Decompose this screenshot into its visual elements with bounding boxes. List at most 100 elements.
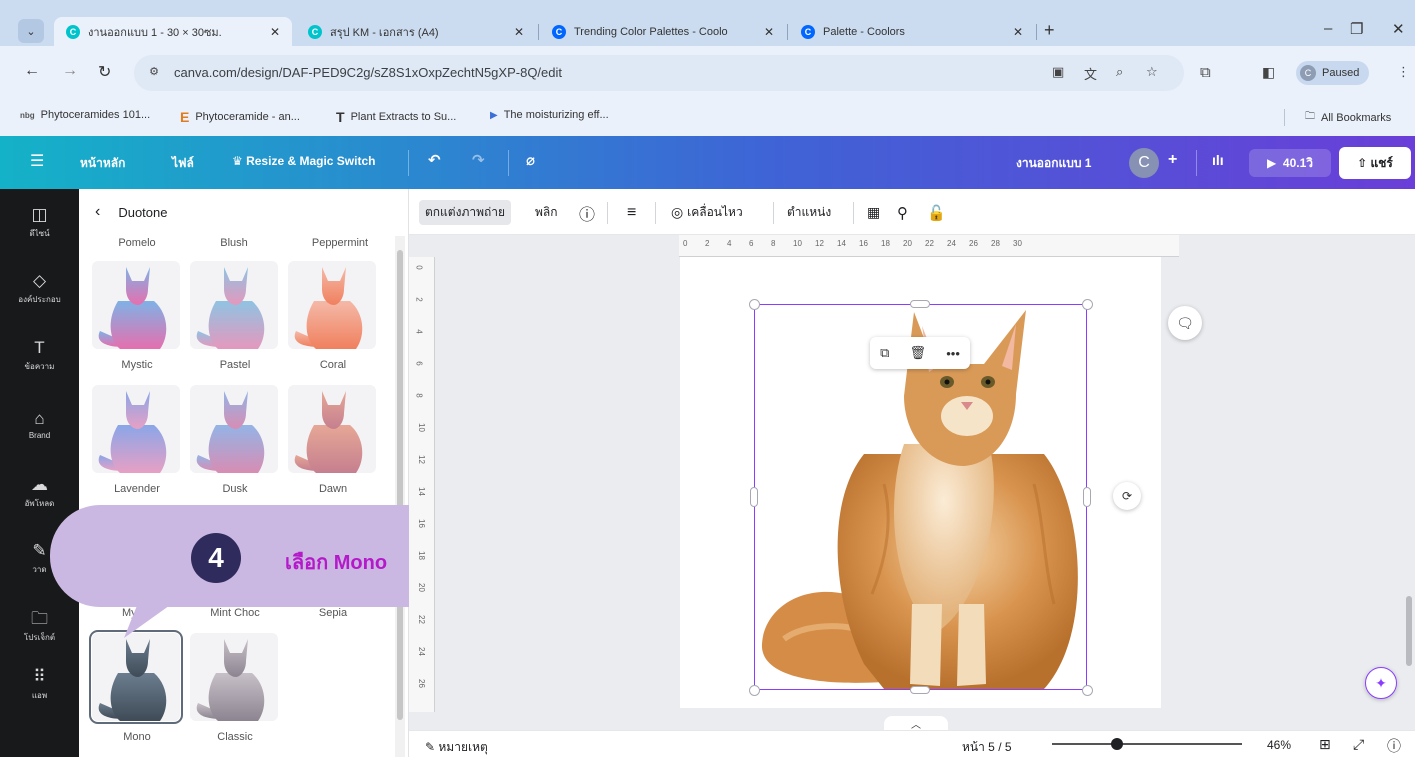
close-window-button[interactable]: ✕: [1392, 20, 1405, 38]
bookmark-item[interactable]: E Phytoceramide - an...: [180, 109, 300, 125]
nav-file[interactable]: ไฟล์: [172, 154, 194, 173]
animate-button[interactable]: ◎ เคลื่อนไหว: [665, 200, 749, 225]
more-icon[interactable]: •••: [946, 346, 960, 361]
reload-button[interactable]: ↻: [98, 62, 111, 82]
help-icon[interactable]: ⓘ: [1387, 736, 1401, 756]
notes-button[interactable]: ✎ หมายเหตุ: [425, 738, 488, 757]
effect-thumbnail-dawn[interactable]: [288, 385, 376, 473]
resize-magic-switch[interactable]: ♛ Resize & Magic Switch: [232, 154, 375, 168]
info-icon[interactable]: ⓘ: [573, 200, 601, 225]
resize-handle[interactable]: [749, 299, 760, 310]
close-icon[interactable]: ✕: [1013, 25, 1023, 39]
effect-thumbnail-mono[interactable]: [89, 630, 183, 724]
zoom-slider-knob[interactable]: [1110, 738, 1123, 750]
trash-icon[interactable]: 🗑: [910, 345, 927, 361]
back-button[interactable]: ←: [24, 62, 40, 80]
menu-icon[interactable]: ⋮: [1397, 64, 1410, 80]
site-info-icon[interactable]: ⚙: [146, 63, 162, 79]
browser-tab-2[interactable]: C Trending Color Palettes - Coolo ✕: [540, 17, 786, 46]
present-button[interactable]: ▶ 40.1วิ: [1249, 149, 1331, 177]
share-button[interactable]: ⇧ แชร์: [1339, 147, 1411, 179]
translate-icon[interactable]: 文: [1084, 64, 1097, 83]
fullscreen-icon[interactable]: ⤢: [1353, 736, 1364, 753]
effect-label: Pomelo: [118, 237, 156, 249]
add-collaborator-button[interactable]: +: [1168, 151, 1177, 169]
border-style-icon[interactable]: ≡: [621, 200, 642, 225]
zoom-slider[interactable]: [1052, 743, 1242, 745]
effect-thumbnail-coral[interactable]: [288, 261, 376, 349]
rail-item-uploads[interactable]: ☁ อัพโหลด: [0, 475, 79, 510]
page-indicator[interactable]: หน้า 5 / 5: [962, 738, 1012, 757]
redo-button[interactable]: ↷: [472, 151, 485, 169]
plus-icon: +: [1044, 20, 1055, 40]
magic-assistant-button[interactable]: ✦: [1365, 667, 1397, 699]
resize-handle[interactable]: [910, 300, 930, 308]
new-tab-button[interactable]: +: [1044, 20, 1055, 41]
grid-view-icon[interactable]: ⊞: [1319, 736, 1331, 753]
resize-handle[interactable]: [1083, 487, 1091, 507]
avatar[interactable]: C: [1129, 148, 1159, 178]
rail-item-brand[interactable]: ⌂ Brand: [0, 409, 79, 440]
editor-footer: ✎ หมายเหตุ หน้า 5 / 5 46% ⊞ ⤢ ⓘ: [409, 730, 1415, 757]
resize-handle[interactable]: [1082, 299, 1093, 310]
flip-button[interactable]: พลิก: [529, 200, 564, 225]
comment-button[interactable]: 🗨: [1168, 306, 1202, 340]
ruler-tick-label: 26: [416, 679, 426, 688]
rail-item-apps[interactable]: ⠿ แอพ: [0, 667, 79, 702]
extensions-icon[interactable]: ⧉: [1200, 64, 1211, 81]
profile-button[interactable]: C Paused: [1296, 61, 1370, 85]
close-icon[interactable]: ✕: [270, 25, 280, 39]
browser-tab-3[interactable]: C Palette - Coolors ✕: [789, 17, 1035, 46]
bookmark-item[interactable]: ▶ The moisturizing eff...: [490, 109, 609, 121]
position-button[interactable]: ตำแหน่ง: [781, 200, 837, 225]
undo-button[interactable]: ↶: [428, 151, 441, 169]
zoom-icon[interactable]: ⌕: [1116, 64, 1123, 80]
duplicate-icon[interactable]: ⧉: [880, 345, 889, 361]
cloud-saved-icon[interactable]: ⌀: [526, 151, 535, 169]
rotate-button[interactable]: ⟳: [1113, 482, 1141, 510]
effect-thumbnail-classic[interactable]: [190, 633, 278, 721]
workspace-scrollbar-thumb[interactable]: [1406, 596, 1412, 666]
bookmark-item[interactable]: T Plant Extracts to Su...: [336, 109, 456, 125]
browser-tab-0[interactable]: C งานออกแบบ 1 - 30 × 30ซม. ✕: [54, 17, 292, 46]
back-chevron-icon[interactable]: ‹: [95, 203, 100, 221]
effect-thumbnail-dusk[interactable]: [190, 385, 278, 473]
resize-handle[interactable]: [910, 686, 930, 694]
panel-scrollbar-thumb[interactable]: [397, 250, 403, 720]
restore-button[interactable]: ❐: [1350, 20, 1363, 38]
rail-item-text[interactable]: T ข้อความ: [0, 338, 79, 373]
resize-handle[interactable]: [749, 685, 760, 696]
effect-thumbnail-lavender[interactable]: [92, 385, 180, 473]
menu-toggle-button[interactable]: ☰: [30, 151, 44, 171]
insights-button[interactable]: ılı: [1212, 152, 1224, 168]
design-title[interactable]: งานออกแบบ 1: [1016, 154, 1091, 173]
upload-icon: ☁: [31, 475, 48, 494]
cast-icon[interactable]: ▣: [1052, 64, 1064, 80]
effect-thumbnail-pastel[interactable]: [190, 261, 278, 349]
transparency-icon[interactable]: ▦: [861, 200, 886, 225]
bookmark-item[interactable]: nbg Phytoceramides 101...: [20, 109, 150, 121]
paint-format-icon[interactable]: ⚲: [891, 200, 914, 225]
edit-photo-button[interactable]: ตกแต่งภาพถ่าย: [419, 200, 512, 225]
bookmark-star-icon[interactable]: ☆: [1146, 64, 1158, 80]
resize-handle[interactable]: [750, 487, 758, 507]
browser-tab-1[interactable]: C สรุป KM - เอกสาร (A4) ✕: [296, 17, 536, 46]
plus-icon: +: [1168, 151, 1178, 168]
resize-handle[interactable]: [1082, 685, 1093, 696]
lock-icon[interactable]: 🔓: [921, 200, 952, 225]
tab-search-button[interactable]: ⌄: [18, 19, 44, 43]
nav-home[interactable]: หน้าหลัก: [80, 154, 125, 173]
effect-thumbnail-mystic[interactable]: [92, 261, 180, 349]
zoom-percent[interactable]: 46%: [1267, 738, 1291, 752]
side-panel-icon[interactable]: ◧: [1262, 64, 1275, 81]
close-icon[interactable]: ✕: [514, 25, 524, 39]
effect-label: Mono: [123, 731, 151, 743]
minimize-button[interactable]: –: [1324, 20, 1332, 37]
rail-item-elements[interactable]: ◇ องค์ประกอบ: [0, 271, 79, 306]
rail-item-design[interactable]: ◫ ดีไซน์: [0, 205, 79, 240]
forward-button[interactable]: →: [62, 62, 78, 80]
all-bookmarks[interactable]: 🗀 All Bookmarks: [1284, 109, 1391, 126]
url-text[interactable]: canva.com/design/DAF-PED9C2g/sZ8S1xOxpZe…: [174, 65, 562, 80]
rail-item-projects[interactable]: 🗀 โปรเจ็กต์: [0, 609, 79, 644]
close-icon[interactable]: ✕: [764, 25, 774, 39]
